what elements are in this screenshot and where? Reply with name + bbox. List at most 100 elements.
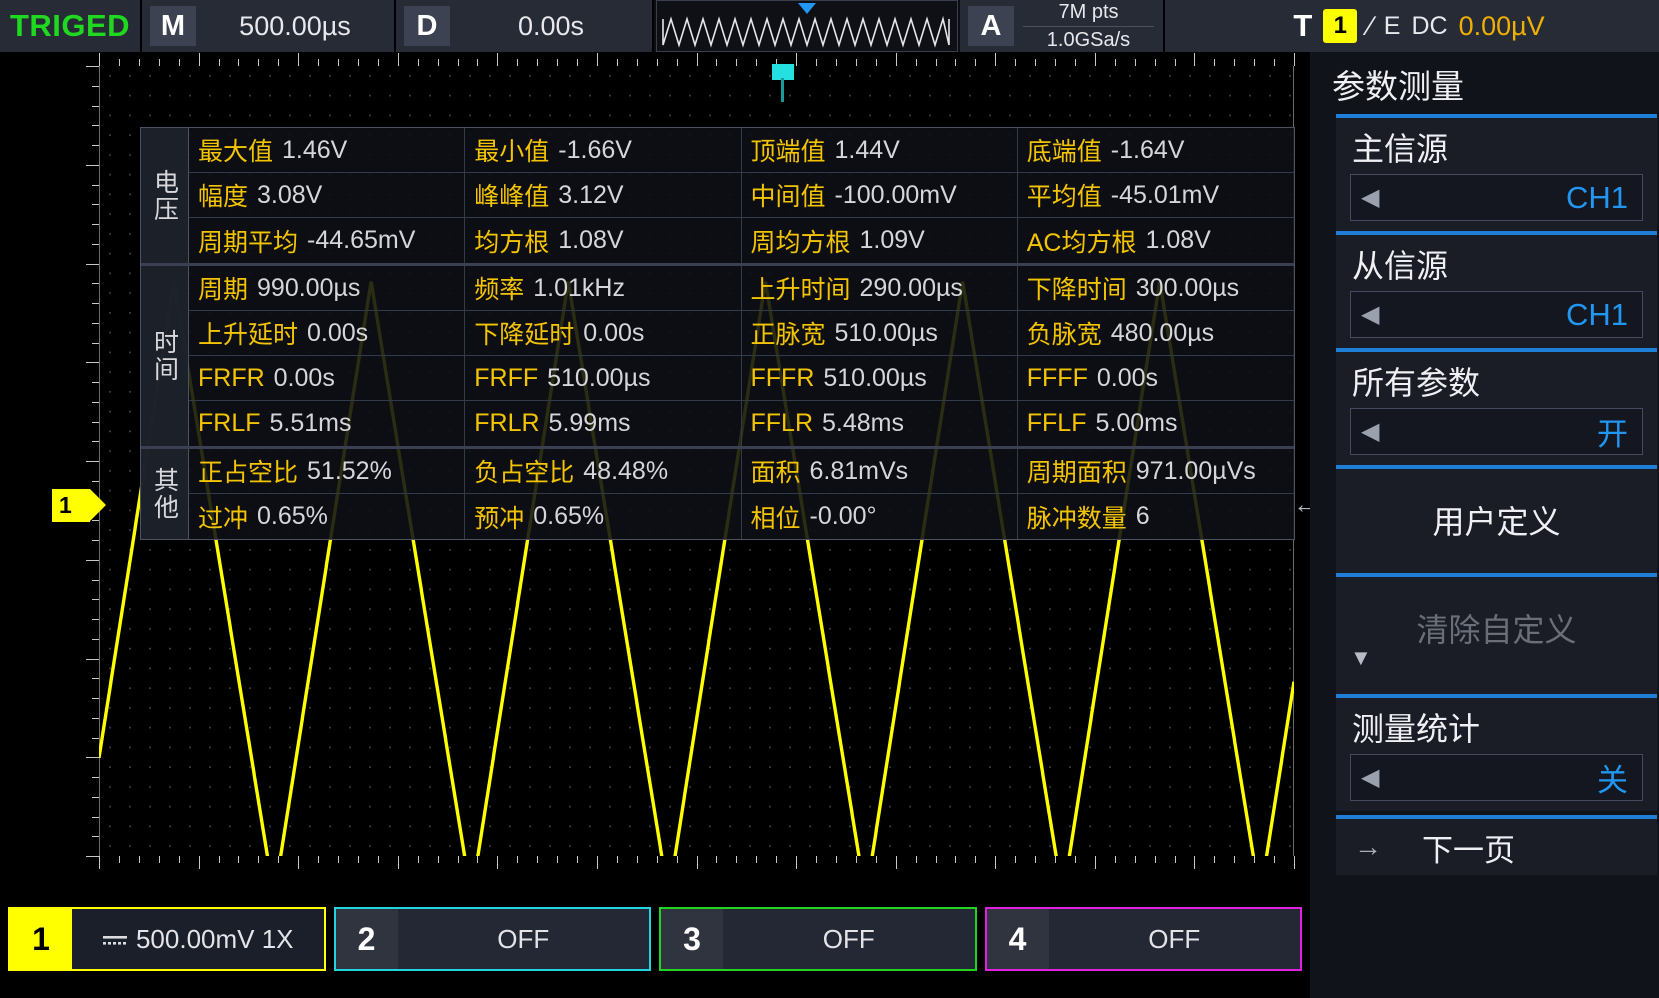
measurement-cell[interactable]: FRFF510.00µs <box>465 356 741 400</box>
measurement-cell[interactable]: 最大值1.46V <box>189 128 465 172</box>
ruler-tick <box>92 224 99 225</box>
right-menu-panel[interactable]: 参数测量 主信源 ◀ CH1 从信源 ◀ CH1 所有参数 ◀ 开 用户定义 <box>1310 52 1659 998</box>
channel-chip-4[interactable]: 4OFF <box>985 907 1303 971</box>
channel-text-2: OFF <box>497 924 549 955</box>
measurement-cell[interactable]: 幅度3.08V <box>189 173 465 217</box>
measurement-cell[interactable]: 正占空比51.52% <box>189 449 465 493</box>
ruler-tick <box>896 856 897 869</box>
measurement-cell[interactable]: 均方根1.08V <box>465 218 741 263</box>
measurement-value: 1.01kHz <box>533 274 625 303</box>
ruler-tick <box>1035 856 1036 863</box>
ch1-ground-marker[interactable]: 1 <box>52 489 90 522</box>
measurement-row: 周期平均-44.65mV均方根1.08V周均方根1.09VAC均方根1.08V <box>189 218 1294 263</box>
sample-rate-value: 1.0GSa/s <box>1047 29 1130 52</box>
menu-item-secondary-source[interactable]: 从信源 ◀ CH1 <box>1336 231 1657 348</box>
measurement-cell[interactable]: 周期990.00µs <box>189 266 465 310</box>
ruler-tick <box>99 856 100 869</box>
menu-item-primary-source[interactable]: 主信源 ◀ CH1 <box>1336 114 1657 231</box>
chevron-left-icon[interactable]: ◀ <box>1361 186 1379 210</box>
measurement-table[interactable]: 电压最大值1.46V最小值-1.66V顶端值1.44V底端值-1.64V幅度3.… <box>140 127 1295 540</box>
measurement-cell[interactable]: 负占空比48.48% <box>465 449 741 493</box>
measurement-cell[interactable]: AC均方根1.08V <box>1018 218 1294 263</box>
measurement-value: 510.00µs <box>547 364 650 393</box>
measurement-cell[interactable]: 周均方根1.09V <box>742 218 1018 263</box>
measurement-cell[interactable]: 上升时间290.00µs <box>742 266 1018 310</box>
measurement-cell[interactable]: FRLF5.51ms <box>189 401 465 446</box>
group-rows: 周期990.00µs频率 1.01kHz 上升时间290.00µs下降时间300.0… <box>189 266 1294 446</box>
measurement-cell[interactable]: 峰峰值3.12V <box>465 173 741 217</box>
measurement-value: 0.65% <box>257 502 328 531</box>
ruler-tick <box>936 59 937 66</box>
measurement-key: 频率 <box>474 270 524 306</box>
measurement-row: 过冲0.65%预冲0.65%相位-0.00°脉冲数量6 <box>189 494 1294 539</box>
measurement-cell[interactable]: 最小值-1.66V <box>465 128 741 172</box>
measurement-cell[interactable]: FFFR 510.00µs <box>742 356 1018 400</box>
measurement-cell[interactable]: 底端值-1.64V <box>1018 128 1294 172</box>
ruler-tick <box>975 856 976 863</box>
measure-statistics-select[interactable]: ◀ 关 <box>1350 754 1643 801</box>
delay-control[interactable]: D 0.00s <box>396 0 654 52</box>
trigger-source-badge[interactable]: 1 <box>1323 9 1357 43</box>
measurement-cell[interactable]: 相位-0.00° <box>742 494 1018 539</box>
channel-chip-2[interactable]: 2OFF <box>334 907 652 971</box>
ruler-tick <box>92 718 99 719</box>
measurement-key: FFFR <box>751 364 815 393</box>
measurement-cell[interactable]: FRLR5.99ms <box>465 401 741 446</box>
menu-item-clear-define[interactable]: 清除自定义 ▼ <box>1336 573 1657 694</box>
chevron-down-icon[interactable]: ▼ <box>1336 651 1657 664</box>
menu-item-user-define[interactable]: 用户定义 <box>1336 465 1657 573</box>
measurement-cell[interactable]: 周期平均-44.65mV <box>189 218 465 263</box>
ruler-tick <box>438 59 439 66</box>
measurement-value: 3.12V <box>558 181 623 210</box>
measurement-cell[interactable]: 周期面积971.00µVs <box>1018 449 1294 493</box>
all-parameters-select[interactable]: ◀ 开 <box>1350 408 1643 455</box>
next-page-button[interactable]: → 下一页 <box>1336 815 1657 875</box>
measurement-cell[interactable]: FRFR0.00s <box>189 356 465 400</box>
measurement-cell[interactable]: 中间值-100.00mV <box>742 173 1018 217</box>
chevron-left-icon[interactable]: ◀ <box>1361 303 1379 327</box>
ruler-tick <box>1075 59 1076 66</box>
measurement-key: FFFF <box>1027 364 1088 393</box>
measurement-cell[interactable]: 负脉宽480.00µs <box>1018 311 1294 355</box>
secondary-source-select[interactable]: ◀ CH1 <box>1350 291 1643 338</box>
measurement-cell[interactable]: 预冲0.65% <box>465 494 741 539</box>
menu-item-all-parameters[interactable]: 所有参数 ◀ 开 <box>1336 348 1657 465</box>
measurement-cell[interactable]: FFLR5.48ms <box>742 401 1018 446</box>
chevron-left-icon[interactable]: ◀ <box>1361 766 1379 790</box>
measurement-cell[interactable]: FFFF0.00s <box>1018 356 1294 400</box>
ruler-tick <box>238 856 239 863</box>
ruler-tick <box>278 59 279 66</box>
measurement-cell[interactable]: FFLF5.00ms <box>1018 401 1294 446</box>
measurement-cell[interactable]: 过冲0.65% <box>189 494 465 539</box>
measurement-cell[interactable]: 顶端值1.44V <box>742 128 1018 172</box>
measurement-cell[interactable]: 下降延时0.00s <box>465 311 741 355</box>
main-timebase-control[interactable]: M 500.00µs <box>142 0 396 52</box>
channel-bar[interactable]: 1500.00mV 1X2OFF3OFF4OFF <box>0 880 1310 998</box>
trigger-settings-control[interactable]: T 1 ∕ E DC 0.00µV <box>1165 0 1659 52</box>
menu-item-measure-statistics[interactable]: 测量统计 ◀ 关 <box>1336 694 1657 811</box>
ruler-tick <box>179 856 180 863</box>
waveform-minimap[interactable] <box>656 0 958 52</box>
ruler-tick <box>86 659 99 660</box>
measurement-cell[interactable]: 面积6.81mVs <box>742 449 1018 493</box>
secondary-source-value: CH1 <box>1566 297 1628 333</box>
measurement-cell[interactable]: 频率 1.01kHz <box>465 266 741 310</box>
primary-source-select[interactable]: ◀ CH1 <box>1350 174 1643 221</box>
ruler-tick <box>92 540 99 541</box>
measurement-value: 510.00µs <box>823 364 926 393</box>
chevron-left-icon[interactable]: ◀ <box>1361 420 1379 444</box>
measurement-cell[interactable]: 下降时间300.00µs <box>1018 266 1294 310</box>
ruler-tick <box>1274 856 1275 863</box>
acquisition-control[interactable]: A 7M pts 1.0GSa/s <box>960 0 1165 52</box>
measurement-value: -44.65mV <box>307 226 415 255</box>
trigger-status-indicator[interactable]: TRIGED <box>0 0 142 52</box>
measurement-cell[interactable]: 上升延时0.00s <box>189 311 465 355</box>
channel-chip-1[interactable]: 1500.00mV 1X <box>8 907 326 971</box>
measurement-row: 正占空比51.52%负占空比48.48%面积6.81mVs周期面积971.00µ… <box>189 449 1294 494</box>
waveform-display-area[interactable]: 1 电压最大值1.46V最小值-1.66V顶端值1.44V底端值-1.64V幅度… <box>0 52 1310 872</box>
ruler-tick <box>92 481 99 482</box>
measurement-cell[interactable]: 平均值-45.01mV <box>1018 173 1294 217</box>
measurement-cell[interactable]: 脉冲数量6 <box>1018 494 1294 539</box>
channel-chip-3[interactable]: 3OFF <box>659 907 977 971</box>
measurement-cell[interactable]: 正脉宽510.00µs <box>742 311 1018 355</box>
